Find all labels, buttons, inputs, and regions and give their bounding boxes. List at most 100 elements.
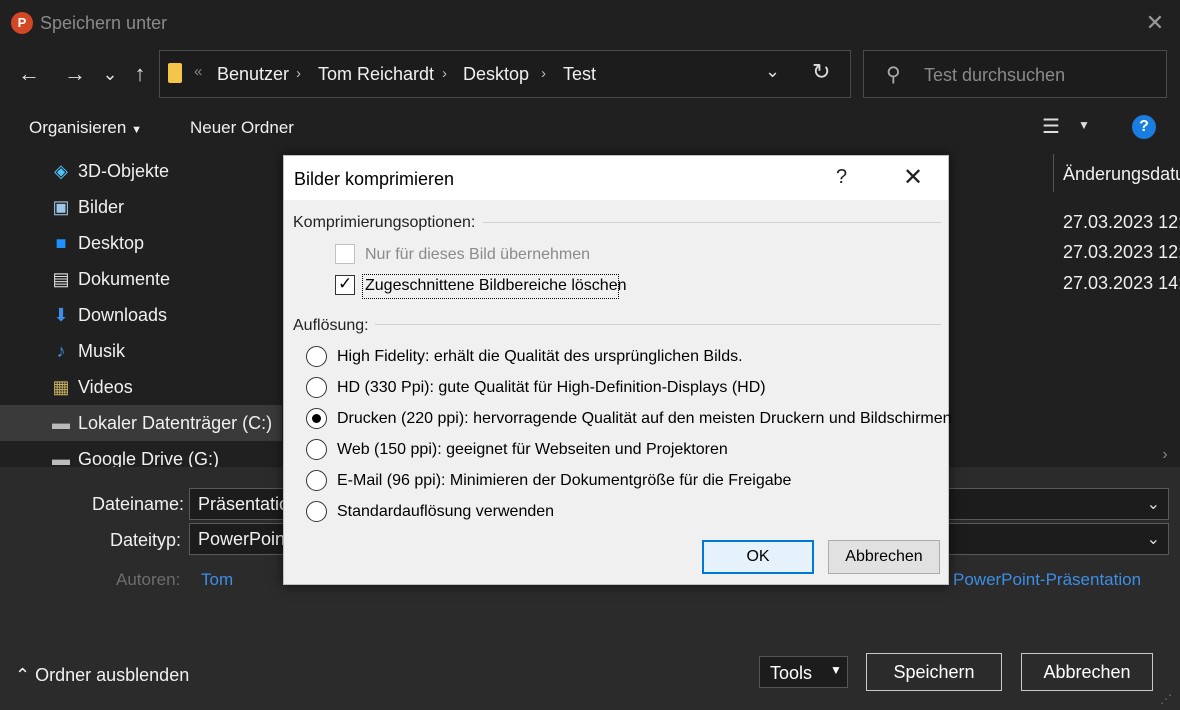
window-close-button[interactable]: ✕ [1142,10,1168,36]
sidebar-item-local-drive-c[interactable]: ▬ Lokaler Datenträger (C:) [0,405,282,441]
powerpoint-logo-icon: P [11,12,33,34]
download-icon: ⬇ [53,305,69,325]
dialog-title: Bilder komprimieren [294,169,455,189]
column-header-modified[interactable]: Änderungsdatu [1063,164,1180,185]
dialog-help-button[interactable]: ? [836,166,847,189]
radio-label-print: Drucken (220 ppi): hervorragende Qualitä… [337,410,952,427]
sidebar-item-google-drive-g[interactable]: ▬ Google Drive (G:) [0,441,282,467]
desktop-icon: ■ [55,233,67,253]
breadcrumb-desktop[interactable]: Desktop [463,64,529,85]
chevron-down-icon[interactable]: ⌄ [1147,494,1160,514]
cancel-button[interactable]: Abbrechen [1021,653,1153,691]
compress-pictures-dialog: Bilder komprimieren ? ✕ Komprimierungsop… [283,155,952,585]
sidebar-item-desktop[interactable]: ■ Desktop [0,225,282,261]
radio-default-resolution[interactable] [306,501,327,522]
radio-email[interactable] [306,470,327,491]
sidebar-item-label: Lokaler Datenträger (C:) [78,413,273,433]
chevron-down-icon: ▼ [131,124,142,136]
up-button[interactable]: ↑ [126,60,154,88]
chevron-down-icon[interactable]: ⌄ [1147,529,1160,549]
back-button[interactable]: ← [15,60,43,88]
hide-folders-toggle[interactable]: ⌃ Ordner ausblenden [15,665,189,686]
sidebar-item-label: Bilder [78,197,125,217]
filename-label: Dateiname: [92,494,185,514]
breadcrumb-overflow[interactable]: « [194,63,202,80]
file-modified-date: 27.03.2023 12: [1063,212,1180,232]
forward-button[interactable]: → [61,60,89,88]
document-icon: ▤ [52,269,70,289]
search-input[interactable]: Test durchsuchen [924,65,1065,86]
resolution-label: Auflösung: [293,317,369,334]
dialog-close-button[interactable]: ✕ [903,163,923,192]
chevron-down-icon: ▼ [830,663,842,677]
recent-locations-button[interactable]: ⌄ [96,60,124,88]
radio-high-fidelity[interactable] [306,346,327,367]
radio-label-hd: HD (330 Ppi): gute Qualität für High-Def… [337,379,766,396]
new-folder-button[interactable]: Neuer Ordner [190,118,294,138]
breadcrumb-user[interactable]: Tom Reichardt [318,64,434,85]
dialog-ok-button[interactable]: OK [702,540,814,574]
drive-icon: ▬ [52,449,70,467]
sidebar-item-downloads[interactable]: ⬇ Downloads [0,297,282,333]
only-this-picture-checkbox[interactable] [335,244,355,264]
breadcrumb-benutzer[interactable]: Benutzer [217,64,289,85]
breadcrumb-test[interactable]: Test [563,64,596,85]
tools-label: Tools [770,663,813,683]
window-title: Speichern unter [40,13,168,33]
dialog-cancel-button[interactable]: Abbrechen [828,540,940,574]
view-dropdown-icon[interactable]: ▼ [1078,118,1090,132]
sidebar-item-music[interactable]: ♪ Musik [0,333,282,369]
sidebar-item-label: Google Drive (G:) [78,449,220,467]
group-divider [375,324,941,325]
sidebar-item-videos[interactable]: ▦ Videos [0,369,282,405]
filetype-value: PowerPoint [198,529,291,549]
organize-menu[interactable]: Organisieren ▼ [29,118,142,138]
organize-label: Organisieren [29,118,127,137]
radio-label-default-resolution: Standardauflösung verwenden [337,503,555,520]
view-options-icon[interactable]: ☰ [1042,114,1060,139]
compression-options-label: Komprimierungsoptionen: [293,214,476,231]
chevron-right-icon[interactable]: › [541,65,546,82]
radio-hd[interactable] [306,377,327,398]
file-modified-date: 27.03.2023 12: [1063,242,1180,262]
column-divider[interactable] [1053,154,1054,192]
radio-selected-dot [312,414,321,423]
chevron-right-icon[interactable]: › [296,65,301,82]
authors-label: Autoren: [116,570,181,589]
video-icon: ▦ [52,377,70,397]
filename-value: Präsentatio [198,494,290,514]
file-modified-date: 27.03.2023 14: [1063,273,1180,293]
refresh-icon[interactable]: ↻ [812,59,830,85]
sidebar-item-label: Dokumente [78,269,171,289]
group-divider [483,222,941,223]
radio-label-high-fidelity: High Fidelity: erhält die Qualität des u… [337,348,743,365]
delete-cropped-areas-checkbox[interactable]: ✓ [335,274,355,295]
radio-label-web: Web (150 ppi): geeignet für Webseiten un… [337,441,728,458]
sidebar-item-label: Videos [78,377,133,397]
filetype-summary: PowerPoint-Präsentation [953,570,1142,589]
delete-cropped-areas-label: Zugeschnittene Bildbereiche löschen [365,277,627,294]
save-button[interactable]: Speichern [866,653,1002,691]
folder-icon [168,63,182,83]
help-icon[interactable]: ? [1132,115,1156,139]
resize-grip-icon[interactable]: ⋰ [1160,692,1172,706]
scroll-right-icon[interactable]: › [1150,442,1180,468]
address-history-dropdown-icon[interactable]: ⌄ [765,61,780,82]
pictures-icon: ▣ [52,197,70,217]
sidebar-item-documents[interactable]: ▤ Dokumente [0,261,282,297]
filetype-label: Dateityp: [110,530,182,550]
authors-value[interactable]: Tom [201,570,233,590]
sidebar-item-label: 3D-Objekte [78,161,170,181]
sidebar-item-pictures[interactable]: ▣ Bilder [0,189,282,225]
radio-web[interactable] [306,439,327,460]
hide-folders-label: Ordner ausblenden [35,665,190,685]
tools-menu-button[interactable]: Tools ▼ [759,656,848,688]
sidebar-item-3d-objects[interactable]: ◈ 3D-Objekte [0,153,282,189]
sidebar-item-label: Musik [78,341,126,361]
radio-print[interactable] [306,408,327,429]
checkmark-icon: ✓ [338,274,353,293]
title-bar: P Speichern unter ✕ [0,0,1180,46]
address-bar[interactable]: « Benutzer › Tom Reichardt › Desktop › T… [159,50,851,98]
search-box[interactable]: ⚲ Test durchsuchen [863,50,1167,98]
chevron-right-icon[interactable]: › [442,65,447,82]
